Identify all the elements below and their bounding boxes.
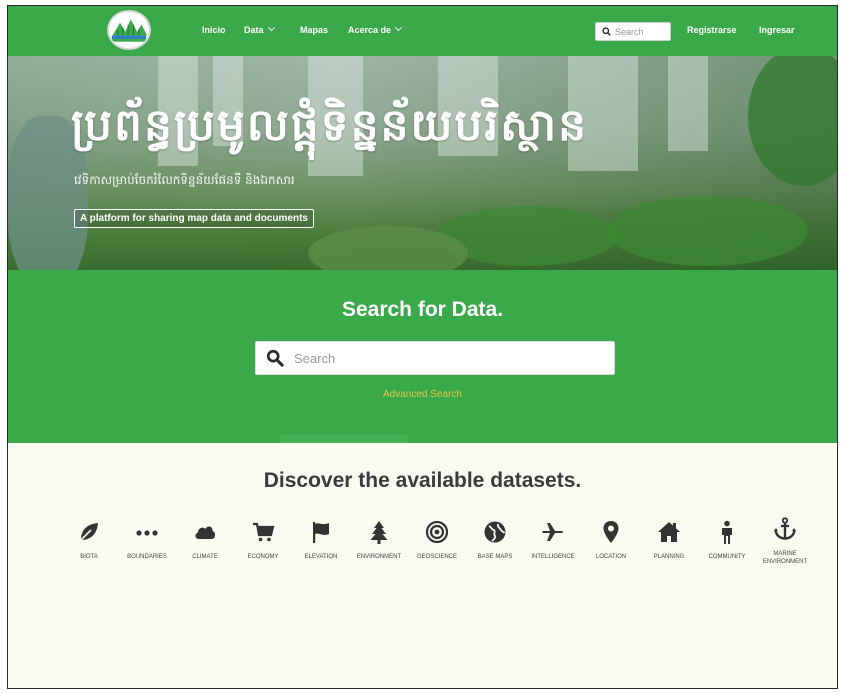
discover-title: Discover the available datasets. [263,469,582,492]
category-label: ENVIRONMENT [356,554,402,560]
advanced-search-link[interactable]: Advanced Search [8,389,837,400]
category-planning[interactable]: PLANNING [640,520,698,620]
category-environment[interactable]: ENVIRONMENT [350,520,408,620]
dataset-categories: BIOTA BOUNDARIES CLIMATE ECONOMY ELEVATI… [60,517,820,620]
category-geoscience[interactable]: GEOSCIENCE [408,520,466,620]
nav-link-data-label: Data [244,25,264,35]
plane-icon [542,523,564,541]
map-pin-icon [603,521,619,543]
category-label: BIOTA [80,554,98,560]
anchor-icon [774,517,796,540]
category-label: ECONOMY [247,554,279,560]
site-logo[interactable] [107,10,151,50]
search-icon [602,27,611,36]
login-link[interactable]: Ingresar [759,25,795,35]
search-section: Search for Data. Advanced Search [8,270,837,443]
logo-mountains-icon [109,12,149,48]
leaf-icon [79,523,98,542]
cloud-icon [195,526,216,539]
category-label: CLIMATE [192,554,218,560]
category-biota[interactable]: BIOTA [60,520,118,620]
hero-banner: ប្រព័ន្ធប្រមូលផ្តុំទិន្នន័យបរិស្ថាន វេទិ… [8,56,837,270]
tree-icon [370,521,388,544]
bullseye-icon [425,520,449,544]
category-label: INTELLIGENCE [531,554,575,560]
nav-link-acerca[interactable]: Acerca de [348,24,403,35]
top-navbar: Inicio Data Mapas Acerca de Registrarse … [8,6,837,56]
nav-link-acerca-label: Acerca de [348,25,392,35]
search-title: Search for Data. [341,298,504,321]
main-search-input[interactable] [294,350,594,366]
home-icon [658,522,680,542]
hero-building-shape [668,56,708,151]
category-label: ELEVATION [304,554,338,560]
category-label: BOUNDARIES [127,554,167,560]
cart-icon [253,522,275,542]
search-icon [266,349,284,367]
hero-title: ប្រព័ន្ធប្រមូលផ្តុំទិន្នន័យបរិស្ថាន [71,100,589,151]
category-label: MARINE ENVIRONMENT [762,551,808,565]
hero-foliage-shape [608,196,808,266]
nav-link-mapas[interactable]: Mapas [300,25,328,35]
category-boundaries[interactable]: BOUNDARIES [118,520,176,620]
globe-icon [484,521,506,543]
category-base-maps[interactable]: BASE MAPS [466,520,524,620]
dots-icon [136,530,158,536]
hero-foliage-shape [748,56,837,186]
category-elevation[interactable]: ELEVATION [292,520,350,620]
flag-icon [313,522,329,543]
navbar-search-input[interactable] [615,26,667,37]
category-intelligence[interactable]: INTELLIGENCE [524,520,582,620]
main-search-box[interactable] [255,341,615,375]
person-icon [722,520,732,544]
category-label: BASE MAPS [477,554,513,560]
hero-tagline-badge: A platform for sharing map data and docu… [74,209,314,228]
category-economy[interactable]: ECONOMY [234,520,292,620]
category-label: COMMUNITY [708,554,746,560]
category-location[interactable]: LOCATION [582,520,640,620]
category-community[interactable]: COMMUNITY [698,520,756,620]
register-link[interactable]: Registrarse [687,25,737,35]
nav-link-inicio[interactable]: Inicio [202,25,226,35]
hero-subtitle: វេទិកាសម្រាប់ចែករំលែកទិន្នន័យផែនទី និងឯក… [74,173,295,187]
section-tab-shape [280,434,408,443]
chevron-down-icon [394,24,403,32]
nav-link-data[interactable]: Data [244,24,275,35]
browser-frame: Inicio Data Mapas Acerca de Registrarse … [7,5,838,689]
category-label: GEOSCIENCE [416,554,457,560]
navbar-search[interactable] [595,22,671,41]
chevron-down-icon [267,24,275,32]
category-climate[interactable]: CLIMATE [176,520,234,620]
category-label: LOCATION [595,554,627,560]
category-label: PLANNING [653,554,685,560]
category-marine-environment[interactable]: MARINE ENVIRONMENT [756,517,814,617]
